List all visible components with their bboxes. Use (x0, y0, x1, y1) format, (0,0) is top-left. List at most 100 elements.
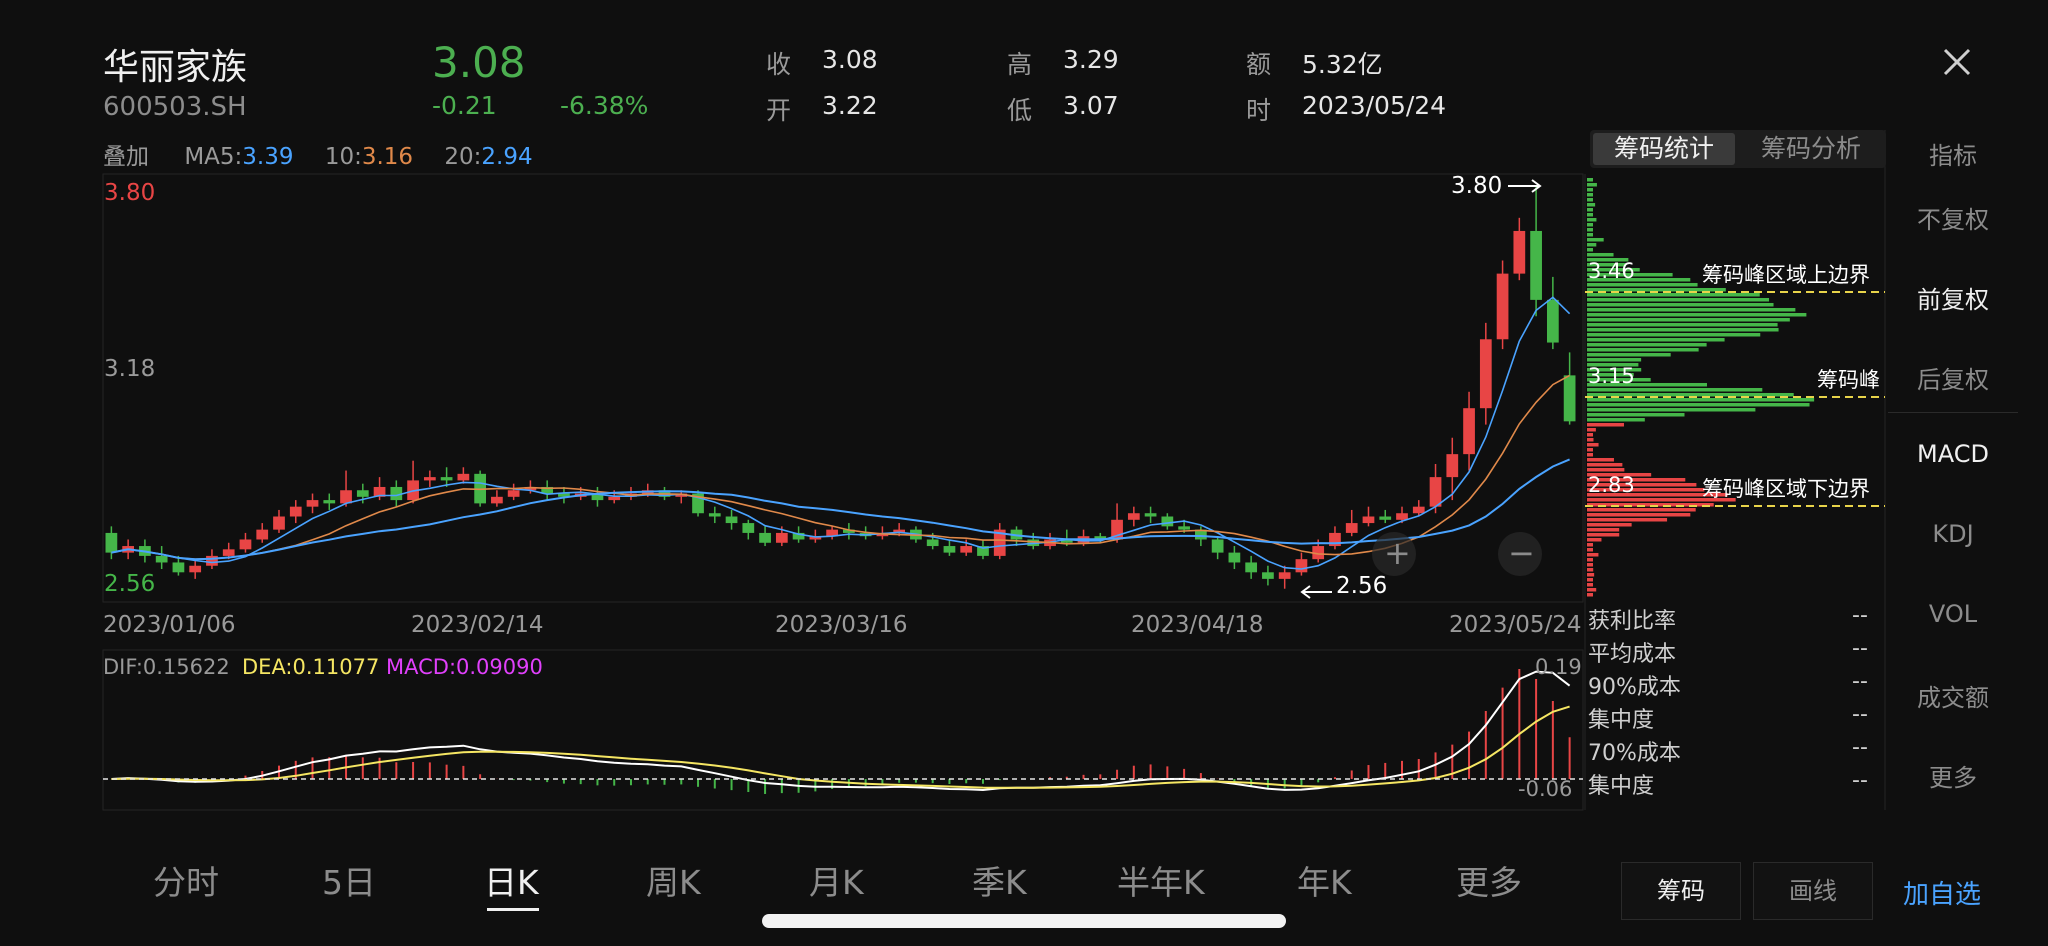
chip-bar (1587, 548, 1593, 552)
candle-body (1211, 539, 1224, 553)
chip-bar (1587, 348, 1699, 352)
draw-line-button[interactable]: 画线 (1753, 862, 1873, 920)
chip-bar (1587, 513, 1691, 517)
candle-body (1530, 230, 1542, 300)
menu-forward-adjust[interactable]: 前复权 (1888, 280, 2018, 315)
chip-bar (1587, 553, 1599, 557)
tab-5day[interactable]: 5日 (322, 856, 376, 904)
candle-body (390, 486, 403, 501)
chip-bar (1587, 523, 1632, 527)
candle-body (323, 500, 336, 504)
zoom-out-icon[interactable]: − (1508, 534, 1535, 572)
tab-halfyear-k[interactable]: 半年K (1117, 856, 1205, 904)
tab-chip-stats[interactable]: 筹码统计 (1593, 133, 1735, 165)
chip-bar (1587, 458, 1614, 462)
chip-bar (1587, 418, 1645, 422)
chip-bar (1587, 443, 1599, 447)
chip-stat-label: 集中度 (1588, 708, 1655, 733)
menu-more[interactable]: 更多 (1888, 758, 2018, 793)
tab-intraday[interactable]: 分时 (153, 856, 219, 904)
chip-stat-value: -- (1852, 603, 1868, 628)
menu-turnover[interactable]: 成交额 (1888, 678, 2018, 713)
candle-body (1479, 339, 1492, 409)
candle-body (189, 565, 202, 573)
candle-body (423, 477, 436, 481)
active-tab-underline (487, 908, 539, 911)
chip-bar (1587, 178, 1593, 182)
chip-stat-label: 90%成本 (1588, 675, 1681, 700)
chip-stat-value: -- (1852, 636, 1868, 661)
chip-bar (1587, 243, 1597, 247)
chip-bar (1587, 573, 1595, 577)
macd-dea-label: DEA:0.11077 (242, 655, 380, 679)
chip-bar (1587, 253, 1614, 257)
candle-body (256, 529, 269, 540)
chip-upper-value: 3.46 (1588, 259, 1635, 283)
tab-more[interactable]: 更多 (1456, 856, 1522, 904)
ma20-line (111, 458, 1570, 561)
chip-bar (1587, 558, 1593, 562)
chip-bar (1587, 593, 1593, 597)
candle-body (1563, 375, 1576, 422)
chip-bar (1587, 223, 1593, 227)
chip-bar (1587, 183, 1597, 187)
candle-body (1228, 552, 1241, 563)
chip-bar (1587, 198, 1593, 202)
chip-bar (1587, 538, 1602, 542)
chip-bar (1587, 403, 1810, 407)
menu-macd[interactable]: MACD (1888, 440, 2018, 468)
candle-body (1396, 513, 1408, 520)
chip-bar (1587, 518, 1668, 522)
chip-stat-value: -- (1852, 768, 1868, 793)
chip-stat-label: 获利比率 (1588, 609, 1677, 634)
menu-backward-adjust[interactable]: 后复权 (1888, 360, 2018, 395)
candle-body (1245, 562, 1258, 573)
tab-yearly-k[interactable]: 年K (1297, 856, 1352, 904)
x-label-4: 2023/04/18 (1131, 612, 1264, 638)
chip-bar (1587, 578, 1593, 582)
candle-body (440, 477, 453, 481)
candle-body (222, 549, 235, 556)
y-bottom-label: 2.56 (104, 571, 156, 597)
candle-body (1379, 516, 1392, 520)
chip-bar (1587, 438, 1594, 442)
chip-bar (1587, 213, 1593, 217)
add-watchlist-button[interactable]: 加自选 (1903, 874, 1981, 911)
candle-body (943, 546, 956, 553)
tab-chip-analysis[interactable]: 筹码分析 (1740, 133, 1882, 165)
menu-no-adjust[interactable]: 不复权 (1888, 200, 2018, 235)
chip-bar (1587, 358, 1642, 362)
macd-layer (111, 669, 1571, 794)
chip-bar (1587, 353, 1671, 357)
candle-body (1463, 408, 1475, 455)
chip-bar (1587, 293, 1760, 297)
chip-bar (1587, 423, 1624, 427)
candle-body (742, 523, 755, 533)
chip-stat-value: -- (1852, 702, 1868, 727)
chip-bar (1587, 193, 1593, 197)
zoom-in-icon[interactable]: + (1384, 534, 1411, 572)
menu-kdj[interactable]: KDJ (1888, 520, 2018, 548)
menu-vol[interactable]: VOL (1888, 600, 2018, 628)
chips-button[interactable]: 筹码 (1621, 862, 1741, 920)
chip-stat-label: 70%成本 (1588, 741, 1681, 766)
candle-body (1513, 230, 1526, 274)
chip-bar (1587, 228, 1593, 232)
chip-bar (1587, 208, 1593, 212)
candle-body (306, 500, 319, 507)
y-top-label: 3.80 (104, 180, 156, 206)
macd-dif-label: DIF:0.15622 (103, 655, 230, 679)
tab-monthly-k[interactable]: 月K (809, 856, 864, 904)
high-marker-label: 3.80 (1451, 173, 1503, 199)
indicator-menu-title: 指标 (1929, 142, 1977, 170)
tab-daily-k[interactable]: 日K (484, 856, 539, 904)
x-label-3: 2023/03/16 (775, 612, 908, 638)
chip-stat-value: -- (1852, 669, 1868, 694)
tab-weekly-k[interactable]: 周K (646, 856, 701, 904)
candle-body (155, 555, 168, 563)
chip-bar (1587, 248, 1593, 252)
candle-body (1362, 516, 1375, 524)
tab-quarterly-k[interactable]: 季K (972, 856, 1027, 904)
candle-body (1295, 559, 1308, 573)
y-mid-label: 3.18 (104, 356, 156, 382)
